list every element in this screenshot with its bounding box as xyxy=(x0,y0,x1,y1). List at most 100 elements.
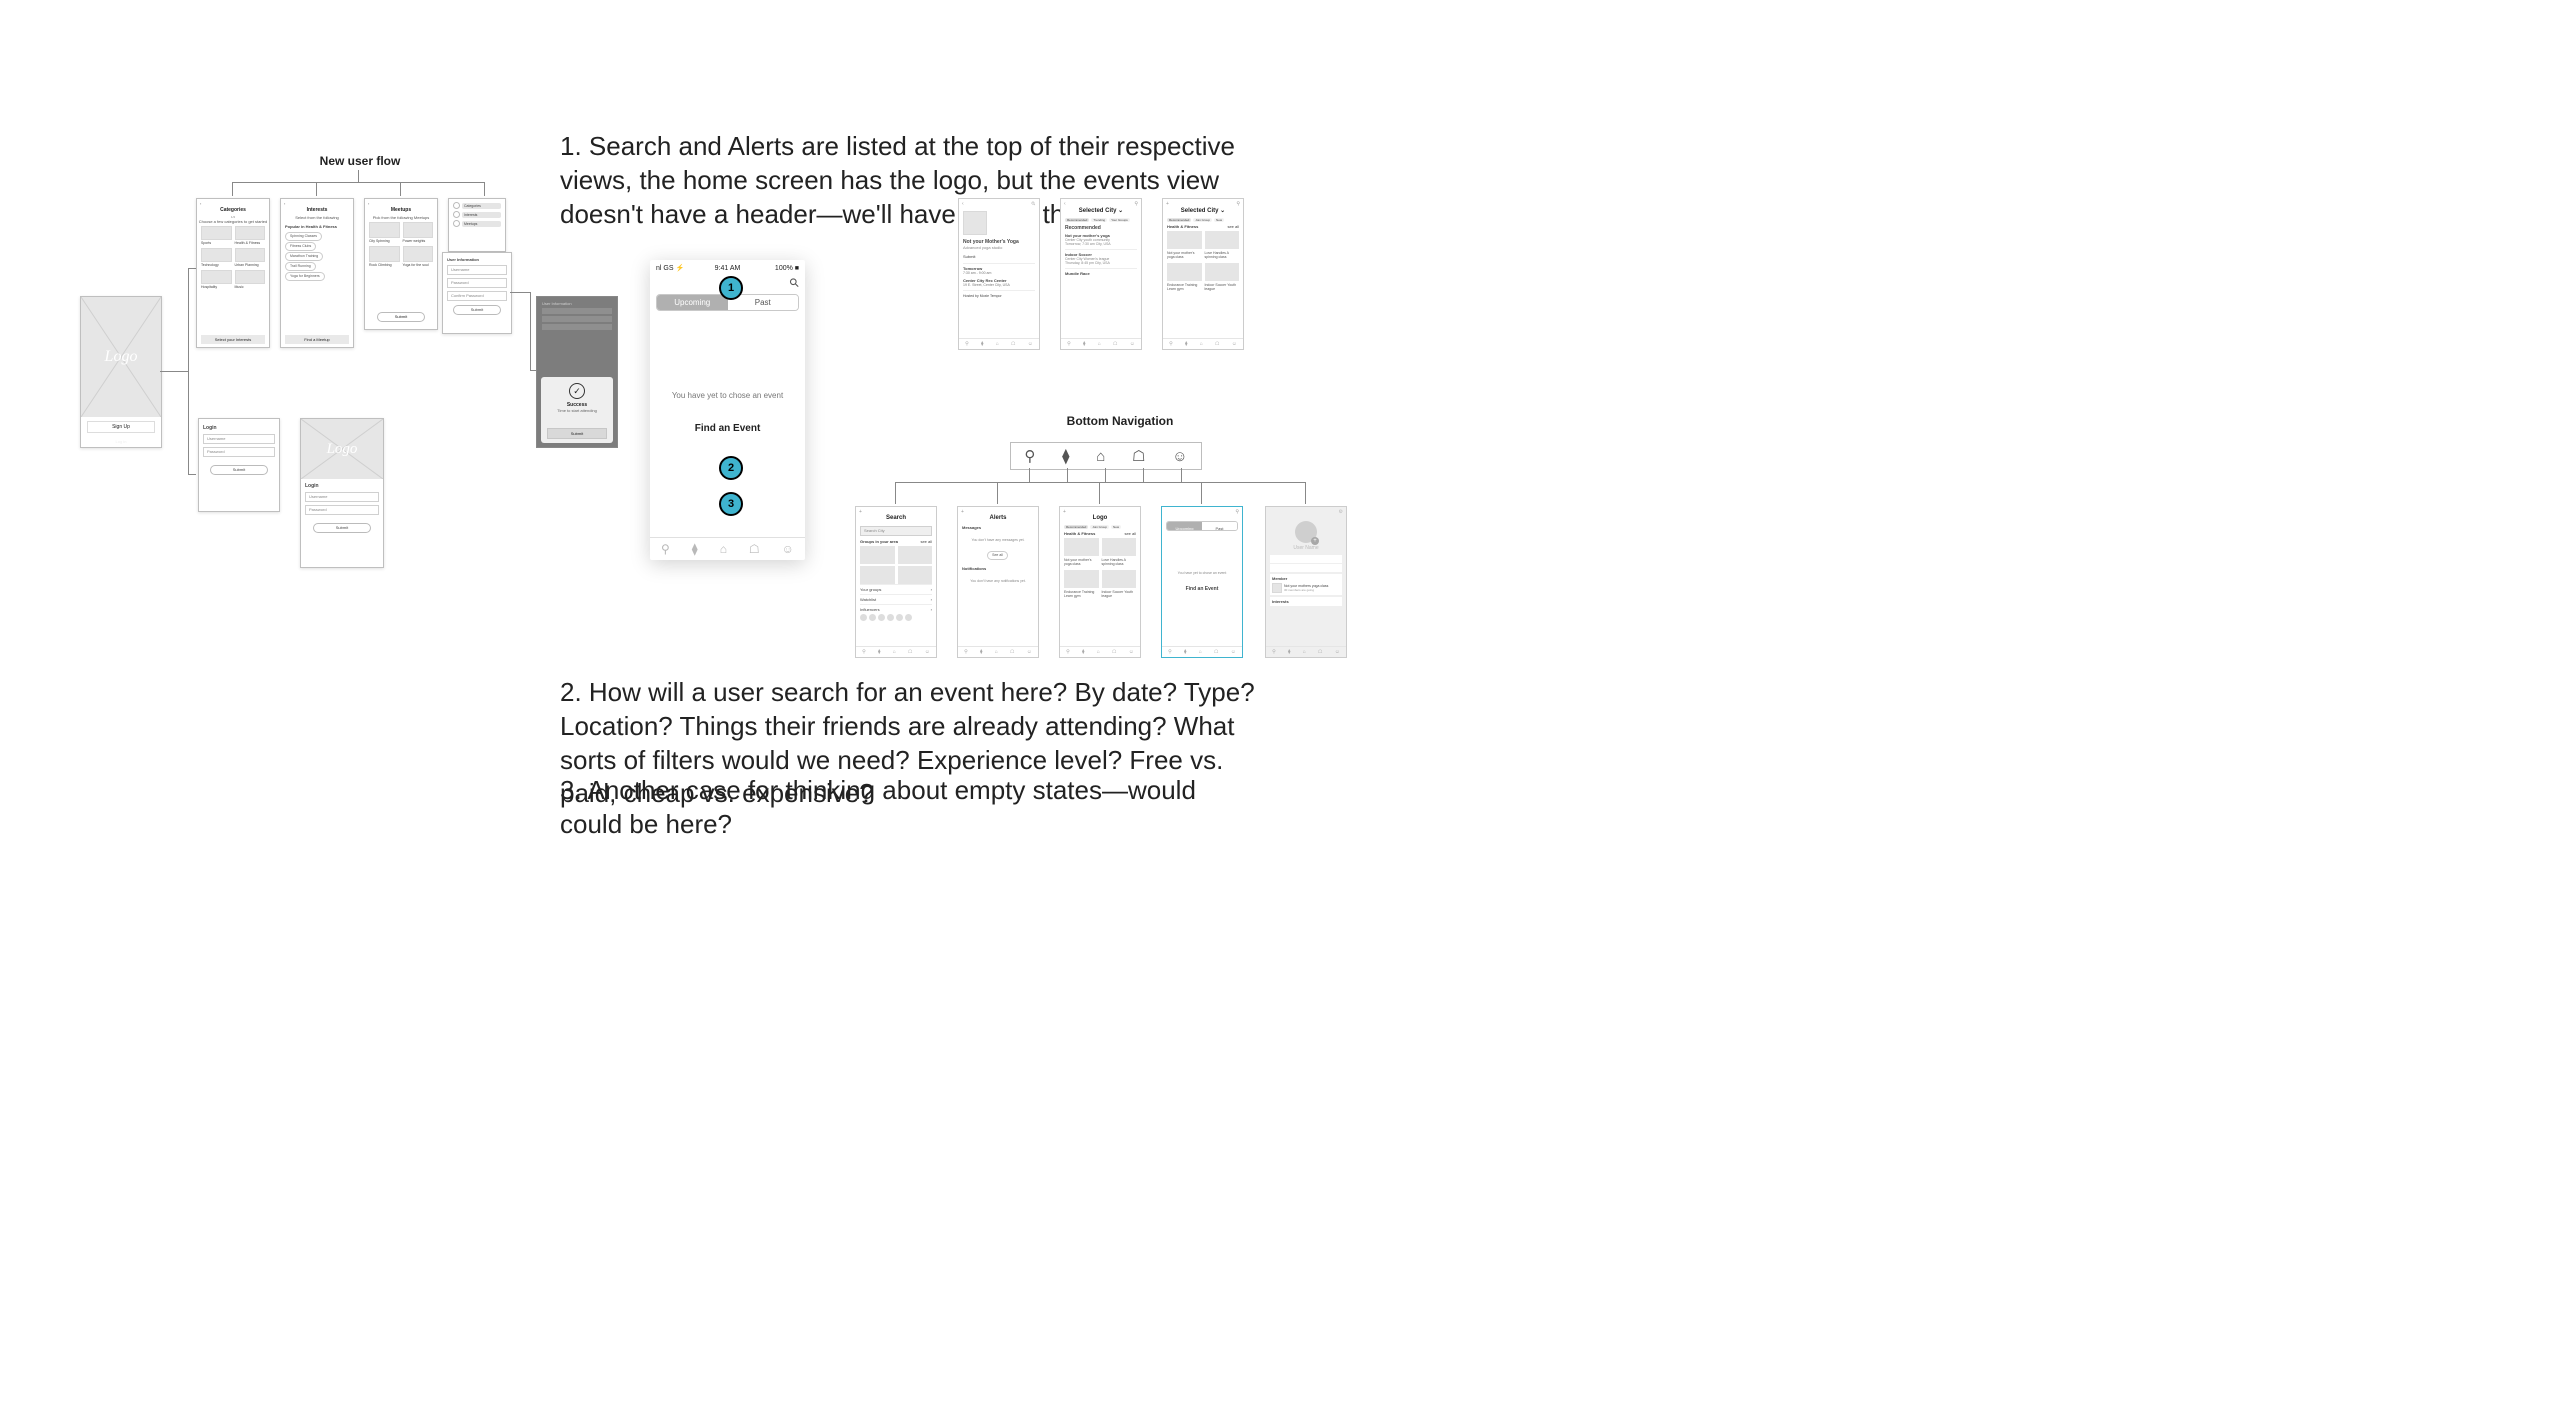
detail-host: Hosted by Moxie Tempor xyxy=(963,294,1035,298)
category-item[interactable]: Urban Planning xyxy=(235,263,266,267)
search-row[interactable]: Your groups xyxy=(860,587,881,592)
sidebar-chip[interactable]: Interests xyxy=(462,212,501,218)
wireframe-home-list: ‹⚲ Selected City ⌄ Recommended Trending … xyxy=(1060,198,1142,350)
tab-search-icon[interactable]: ⚲ xyxy=(661,542,670,556)
home-card[interactable]: Endurance Training Learn gym xyxy=(1064,590,1099,598)
nav-search-icon[interactable]: ⚲ xyxy=(1024,447,1035,465)
tab-alerts-icon[interactable]: ⧫ xyxy=(692,542,698,556)
home-card-title[interactable]: Mundie Race xyxy=(1065,271,1137,276)
see-all-link[interactable]: see all xyxy=(1124,531,1136,536)
sidebar-chip[interactable]: Categories xyxy=(462,203,501,209)
search-row[interactable]: Watchlist xyxy=(860,597,876,602)
browse-card[interactable]: Endurance Training Learn gym xyxy=(1167,283,1202,291)
home-card[interactable]: Love Handles A spinning class xyxy=(1102,558,1137,566)
interest-chip[interactable]: Fitness Clubs xyxy=(285,242,316,251)
interest-chip[interactable]: Yoga for Beginners xyxy=(285,272,325,281)
username-field[interactable]: Username xyxy=(447,265,507,275)
userinfo-title-dim: User Information xyxy=(542,301,612,306)
browse-card[interactable]: Indoor Soccer Youth league xyxy=(1205,283,1240,291)
profile-member-sub: 30 members are going xyxy=(1284,588,1328,592)
category-item[interactable]: Technology xyxy=(201,263,232,267)
search-row[interactable]: Influencers xyxy=(860,607,880,612)
userinfo-title: User Information xyxy=(447,257,507,262)
meetup-item[interactable]: Power weights xyxy=(403,239,434,243)
badge-2: 2 xyxy=(719,456,743,480)
categories-cta[interactable]: Select your Interests xyxy=(201,335,265,344)
wireframe-sidebar: Categories Interests Meetups xyxy=(448,198,506,252)
home-chip[interactable]: Recommended xyxy=(1064,525,1088,529)
signup-button[interactable]: Sign Up xyxy=(87,421,155,433)
search-section: Groups in your area xyxy=(860,539,898,544)
success-submit[interactable]: Submit xyxy=(547,428,607,439)
interests-cta[interactable]: Find a Meetup xyxy=(285,335,349,344)
category-item[interactable]: Health & Fitness xyxy=(235,241,266,245)
category-item[interactable]: Hospitality xyxy=(201,285,232,289)
browse-card[interactable]: Love Handles A spinning class xyxy=(1205,251,1240,259)
wireframe-interests: ‹ Interests Select from the following Po… xyxy=(280,198,354,348)
login-submit[interactable]: Submit xyxy=(210,465,268,475)
password-field[interactable]: Password xyxy=(447,278,507,288)
meetup-item[interactable]: Yoga for the soul xyxy=(403,263,434,267)
notifications-empty: You don't have any notifications yet. xyxy=(962,579,1034,583)
events-seg-past[interactable]: Past xyxy=(1202,522,1237,530)
nav-phone-home: + Logo Recommended Join Group New Health… xyxy=(1059,506,1141,658)
tab-profile-icon[interactable]: ☺ xyxy=(782,542,794,556)
confirm-password-field[interactable]: Confirm Password xyxy=(447,291,507,301)
sidebar-chip[interactable]: Meetups xyxy=(462,221,501,227)
home-card[interactable]: Indoor Soccer Youth league xyxy=(1102,590,1137,598)
browse-chip[interactable]: New xyxy=(1214,218,1224,222)
tab-events-icon[interactable]: ☖ xyxy=(749,542,760,556)
find-event-link[interactable]: Find an Event xyxy=(650,423,805,434)
home-title[interactable]: Selected City ⌄ xyxy=(1061,207,1141,214)
segment-upcoming[interactable]: Upcoming xyxy=(657,295,728,310)
events-seg-upcoming[interactable]: Upcoming xyxy=(1167,522,1202,530)
search-icon[interactable]: ⚲ xyxy=(779,273,803,297)
wireframe-browse: +⚲ Selected City ⌄ Recommended Join Grou… xyxy=(1162,198,1244,350)
login-combo-submit[interactable]: Submit xyxy=(313,523,371,533)
login-combo-username[interactable]: Username xyxy=(305,492,379,502)
nav-phone-profile: ⚙ + User Name Member Not your mothers yo… xyxy=(1265,506,1347,658)
see-all-link[interactable]: see all xyxy=(920,539,932,544)
nav-profile-icon[interactable]: ☺ xyxy=(1172,448,1187,465)
browse-title[interactable]: Selected City ⌄ xyxy=(1163,207,1243,214)
detail-submit[interactable]: Submit xyxy=(963,254,997,259)
interest-chip[interactable]: Trail Running xyxy=(285,262,316,271)
section-title-new-user-flow: New user flow xyxy=(300,154,420,168)
categories-subtitle: Choose a few categories to get started xyxy=(197,219,269,224)
userinfo-submit[interactable]: Submit xyxy=(453,305,501,315)
meetup-item[interactable]: City Spinning xyxy=(369,239,400,243)
browse-chip[interactable]: Recommended xyxy=(1167,218,1191,222)
wireframe-success: User Information ✓ Success Time to start… xyxy=(536,296,618,448)
check-icon: ✓ xyxy=(569,383,585,399)
browse-section: Health & Fitness xyxy=(1167,224,1198,229)
meetup-item[interactable]: Rock Climbing xyxy=(369,263,400,267)
home-card-when: Thursday, 8:45 pm City, USA xyxy=(1065,261,1137,265)
home-chip[interactable]: Recommended xyxy=(1065,218,1089,222)
login-link[interactable]: Log in xyxy=(81,439,161,444)
profile-interests-heading: Interests xyxy=(1272,599,1340,604)
login-username[interactable]: Username xyxy=(203,434,275,444)
login-combo-password[interactable]: Password xyxy=(305,505,379,515)
login-password[interactable]: Password xyxy=(203,447,275,457)
meetups-submit[interactable]: Submit xyxy=(377,312,425,322)
home-card[interactable]: Not your mother's yoga class xyxy=(1064,558,1099,566)
home-section: Health & Fitness xyxy=(1064,531,1095,536)
home-chip[interactable]: Your Groups xyxy=(1109,218,1130,222)
home-chip[interactable]: Trending xyxy=(1091,218,1107,222)
category-item[interactable]: Sports xyxy=(201,241,232,245)
browse-card[interactable]: Not your mother's yoga class xyxy=(1167,251,1202,259)
search-input[interactable]: Search City xyxy=(860,526,932,536)
nav-home-icon[interactable]: ⌂ xyxy=(1096,448,1105,465)
interest-chip[interactable]: Marathon Training xyxy=(285,252,323,261)
alerts-see-all[interactable]: See all xyxy=(987,551,1008,560)
home-chip[interactable]: Join Group xyxy=(1090,525,1109,529)
home-chip[interactable]: New xyxy=(1111,525,1121,529)
tab-home-icon[interactable]: ⌂ xyxy=(720,542,727,556)
interest-chip[interactable]: Spinning Classes xyxy=(285,232,322,241)
nav-events-icon[interactable]: ☖ xyxy=(1132,447,1145,465)
events-cta[interactable]: Find an Event xyxy=(1166,586,1238,592)
nav-alerts-icon[interactable]: ⧫ xyxy=(1062,447,1069,465)
see-all-link[interactable]: see all xyxy=(1227,224,1239,229)
category-item[interactable]: Music xyxy=(235,285,266,289)
browse-chip[interactable]: Join Group xyxy=(1193,218,1212,222)
